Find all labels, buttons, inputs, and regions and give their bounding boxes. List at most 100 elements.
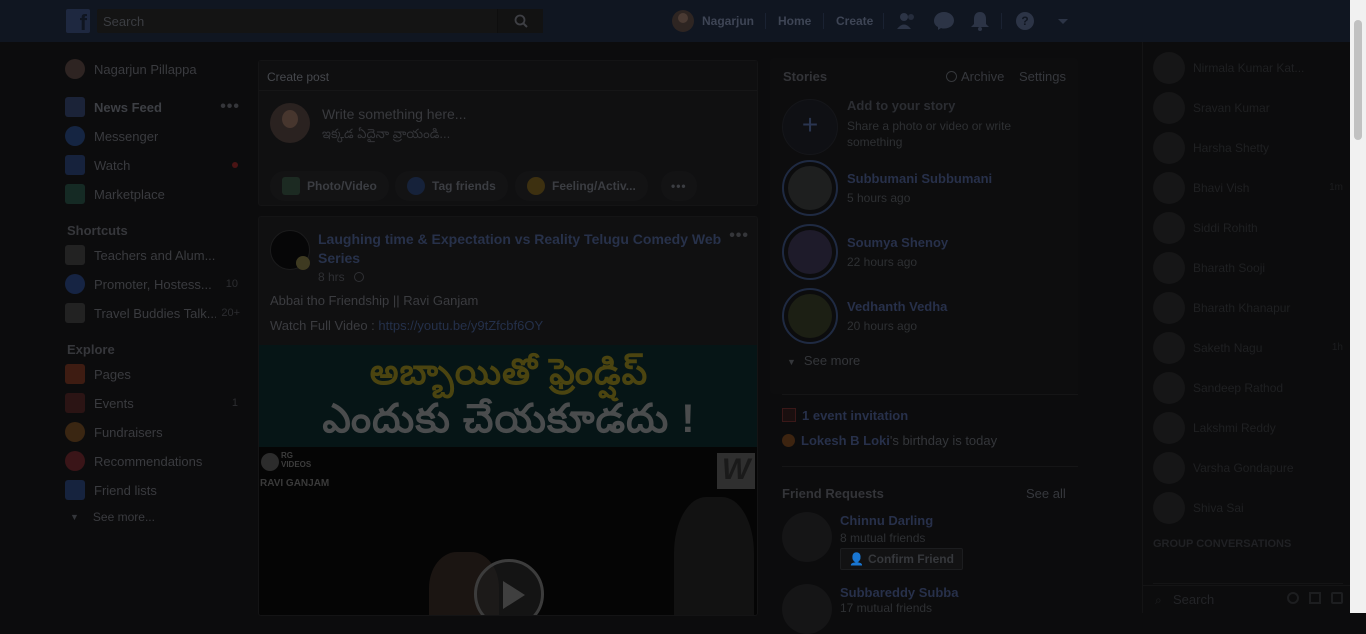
sidebar-item-marketplace[interactable]: Marketplace — [62, 183, 248, 205]
avatar[interactable] — [782, 512, 832, 562]
event-invitation-link[interactable]: 1 event invitation — [782, 408, 908, 423]
video-link[interactable]: https://youtu.be/y9tZfcbf6OY — [378, 318, 543, 333]
chat-contact[interactable]: Bharath Sooji — [1153, 252, 1343, 284]
gear-icon[interactable] — [1287, 592, 1299, 604]
post-options-icon[interactable]: ••• — [729, 227, 749, 245]
post-text-input[interactable]: Write something here... — [322, 106, 466, 122]
mutual-friends[interactable]: 8 mutual friends — [840, 531, 925, 545]
story-name[interactable]: Subbumani Subbumani — [847, 171, 992, 186]
options-icon[interactable] — [1331, 592, 1343, 604]
chevron-down-icon[interactable] — [1052, 11, 1074, 31]
chat-contact[interactable]: Harsha Shetty — [1153, 132, 1343, 164]
chat-contact[interactable]: Saketh Nagu 1h — [1153, 332, 1343, 364]
more-actions-button[interactable]: ••• — [661, 171, 697, 201]
add-story-button[interactable] — [782, 99, 838, 155]
avatar[interactable] — [782, 584, 832, 634]
notifications-icon[interactable] — [969, 11, 991, 31]
more-options-icon[interactable]: ••• — [220, 98, 240, 116]
sidebar-item-events[interactable]: Events 1 — [62, 392, 248, 414]
facebook-logo-icon[interactable]: f — [66, 9, 90, 33]
confirm-friend-button[interactable]: 👤 Confirm Friend — [840, 548, 963, 570]
birthday-reminder: Lokesh B Loki's birthday is today — [782, 433, 997, 448]
tag-friends-button[interactable]: Tag friends — [395, 171, 508, 201]
sidebar-item-news-feed[interactable]: News Feed ••• — [62, 96, 248, 118]
new-message-icon[interactable] — [1309, 592, 1321, 604]
sidebar-item-watch[interactable]: Watch — [62, 154, 248, 176]
post-text-input-secondary[interactable]: ఇక్కడ ఏదైనా వ్రాయండి... — [322, 126, 450, 145]
post-timestamp[interactable]: 8 hrs — [318, 270, 365, 284]
requester-name[interactable]: Chinnu Darling — [840, 513, 933, 528]
story-avatar[interactable] — [782, 288, 838, 344]
feeling-activity-button[interactable]: Feeling/Activ... — [515, 171, 648, 201]
create-post-card: Create post Write something here... ఇక్క… — [258, 60, 758, 206]
search-box — [97, 9, 543, 33]
sidebar-item-shortcut[interactable]: Promoter, Hostess... 10 — [62, 273, 248, 295]
profile-shortcut[interactable]: Nagarjun Pillappa — [62, 58, 248, 80]
page-avatar[interactable] — [270, 230, 310, 270]
help-icon[interactable]: ? — [1014, 11, 1036, 31]
archive-link[interactable]: Archive — [946, 69, 1004, 84]
post-video-thumbnail[interactable]: అబ్బాయితో ఫ్రెండ్షిప్ ఎందుకు చేయకూడదు ! … — [259, 345, 757, 615]
chat-search-input[interactable]: Search — [1173, 592, 1214, 607]
avatar — [1153, 332, 1185, 364]
create-post-title[interactable]: Create post — [267, 70, 329, 84]
contact-name: Varsha Gondapure — [1193, 461, 1294, 475]
profile-shortcut-label: Nagarjun Pillappa — [94, 61, 197, 77]
see-more-link[interactable]: ▼ See more... — [62, 506, 248, 528]
post-time: 8 hrs — [318, 270, 345, 284]
stories-see-more[interactable]: ▼ See more — [787, 353, 860, 368]
sidebar-item-recommendations[interactable]: Recommendations — [62, 450, 248, 472]
profile-link[interactable]: Nagarjun — [672, 10, 754, 32]
friend-requests-heading: Friend Requests — [782, 486, 884, 501]
divider — [782, 394, 1078, 395]
chat-contact[interactable]: Nirmala Kumar Kat... — [1153, 52, 1343, 84]
group-icon — [65, 274, 85, 294]
stories-settings-link[interactable]: Settings — [1019, 69, 1066, 84]
birthday-person[interactable]: Lokesh B Loki — [801, 433, 890, 448]
story-name[interactable]: Soumya Shenoy — [847, 235, 948, 250]
see-all-link[interactable]: See all — [1026, 486, 1066, 501]
friend-requests-icon[interactable] — [896, 11, 918, 31]
avatar — [672, 10, 694, 32]
recommendations-icon — [65, 451, 85, 471]
play-icon[interactable] — [474, 559, 544, 615]
home-link[interactable]: Home — [778, 14, 811, 28]
chat-contact[interactable]: Sravan Kumar — [1153, 92, 1343, 124]
page-scrollbar[interactable] — [1350, 0, 1366, 613]
sidebar-item-fundraisers[interactable]: Fundraisers — [62, 421, 248, 443]
chat-contact[interactable]: Bhavi Vish 1m — [1153, 172, 1343, 204]
sidebar-item-shortcut[interactable]: Travel Buddies Talk... 20+ — [62, 302, 248, 324]
add-story-title[interactable]: Add to your story — [847, 98, 955, 113]
add-story-subtitle: Share a photo or video or write somethin… — [847, 119, 1012, 149]
search-button[interactable] — [497, 9, 543, 33]
sidebar-item-shortcut[interactable]: Teachers and Alum... — [62, 244, 248, 266]
photo-video-icon — [282, 177, 300, 195]
news-feed-icon — [65, 97, 85, 117]
chat-contact[interactable]: Siddi Rohith — [1153, 212, 1343, 244]
create-group-row[interactable] — [1153, 564, 1343, 584]
fundraisers-icon — [65, 422, 85, 442]
messenger-icon[interactable] — [933, 11, 955, 31]
sidebar-item-messenger[interactable]: Messenger — [62, 125, 248, 147]
photo-video-button[interactable]: Photo/Video — [270, 171, 389, 201]
requester-name[interactable]: Subbareddy Subba — [840, 585, 958, 600]
confirm-friend-label: Confirm Friend — [867, 552, 954, 566]
create-link[interactable]: Create — [836, 14, 873, 28]
story-avatar[interactable] — [782, 160, 838, 216]
story-photo — [788, 166, 832, 210]
chat-contact[interactable]: Sandeep Rathod — [1153, 372, 1343, 404]
sidebar-item-label: Travel Buddies Talk... — [94, 305, 216, 321]
sidebar-item-friend-lists[interactable]: Friend lists — [62, 479, 248, 501]
search-input[interactable] — [103, 12, 503, 30]
chat-contact[interactable]: Shiva Sai — [1153, 492, 1343, 524]
sidebar-item-pages[interactable]: Pages — [62, 363, 248, 385]
chat-contact[interactable]: Bharath Khanapur — [1153, 292, 1343, 324]
post-author[interactable]: Laughing time & Expectation vs Reality T… — [318, 230, 738, 268]
story-avatar[interactable] — [782, 224, 838, 280]
tag-friends-icon — [407, 177, 425, 195]
chat-contact[interactable]: Lakshmi Reddy — [1153, 412, 1343, 444]
story-name[interactable]: Vedhanth Vedha — [847, 299, 947, 314]
calendar-icon — [65, 393, 85, 413]
chat-contact[interactable]: Varsha Gondapure — [1153, 452, 1343, 484]
channel-watermark: RG VIDEOS RAVI GANJAM — [259, 447, 339, 493]
